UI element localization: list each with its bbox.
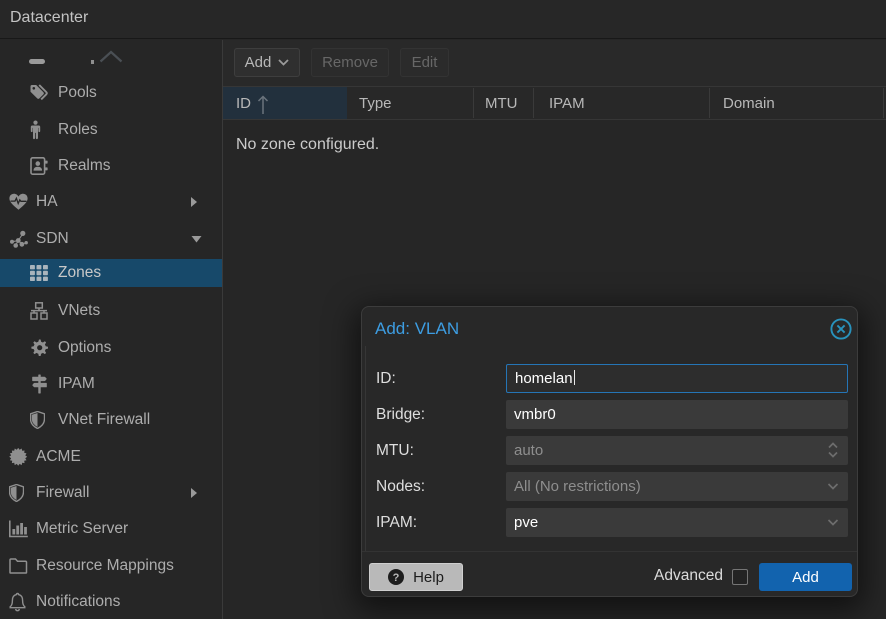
svg-text:?: ? (393, 572, 400, 584)
